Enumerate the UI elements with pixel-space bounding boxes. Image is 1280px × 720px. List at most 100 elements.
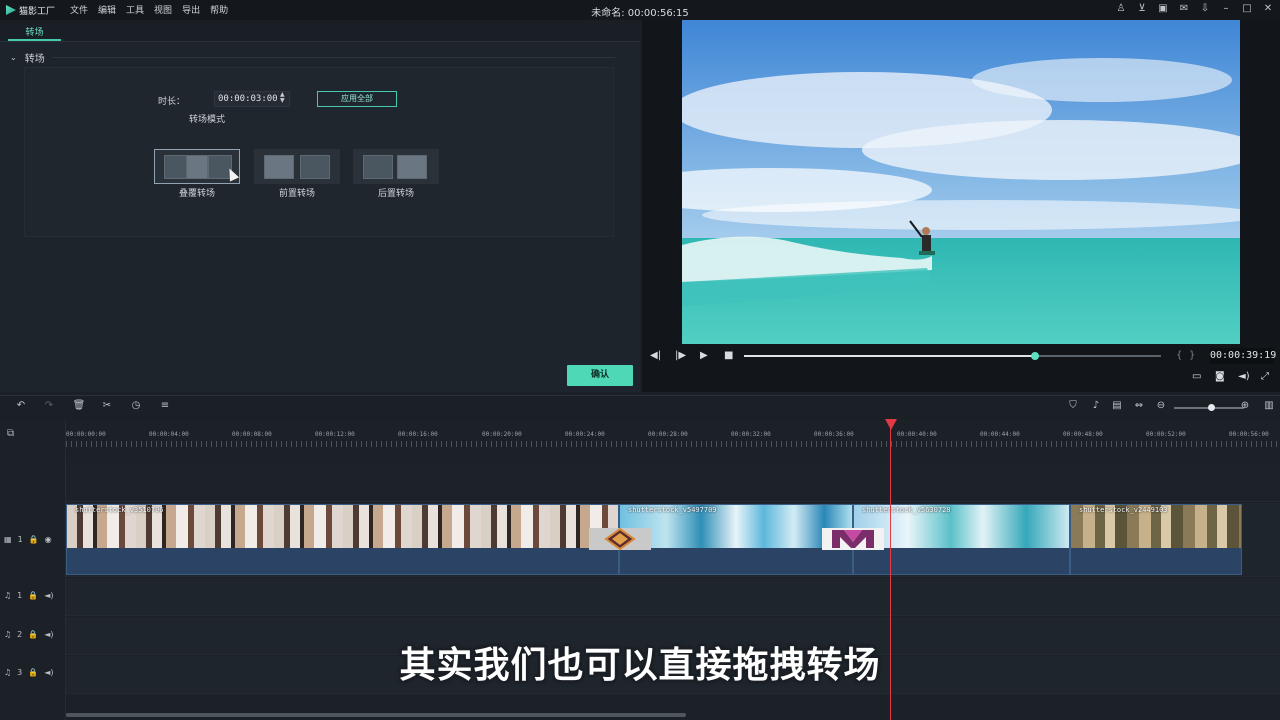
mode-prefix-card[interactable] xyxy=(254,149,340,184)
marker-icon[interactable]: ⛉ xyxy=(1066,400,1080,411)
duration-spinner-icon[interactable]: ▲ ▼ xyxy=(280,92,285,104)
app-logo: 猫影工厂 xyxy=(6,3,55,17)
close-icon[interactable]: ✕ xyxy=(1262,3,1274,14)
app-name: 猫影工厂 xyxy=(19,6,56,17)
video-clip[interactable]: shutterstock_v2449103 xyxy=(1070,504,1242,575)
prefix-mode-icon xyxy=(264,155,294,179)
video-track-icon: ▦ xyxy=(4,535,12,544)
ruler-label: 00:00:52:00 xyxy=(1146,431,1186,438)
download-icon[interactable]: ⇩ xyxy=(1199,3,1211,14)
video-clip[interactable]: shutterstock_v5630728 xyxy=(853,504,1070,575)
speed-icon[interactable]: ◷ xyxy=(129,400,143,411)
volume-icon[interactable]: ◄) xyxy=(1238,371,1250,382)
delete-icon[interactable]: 🗑 xyxy=(72,400,86,411)
snapshot-icon[interactable]: ◙ xyxy=(1215,371,1225,382)
mark-in-icon[interactable]: { xyxy=(1176,350,1182,361)
user-icon[interactable]: ♙ xyxy=(1115,3,1127,14)
confirm-button[interactable]: 确认 xyxy=(567,365,633,386)
ruler-label: 00:00:08:00 xyxy=(232,431,272,438)
apply-all-button[interactable]: 应用全部 xyxy=(317,91,397,107)
mail-icon[interactable]: ✉ xyxy=(1178,3,1190,14)
tab-transition[interactable]: 转场 xyxy=(8,25,61,41)
ruler-ticks xyxy=(66,441,1280,447)
detach-icon[interactable]: ⇔ xyxy=(1132,400,1146,411)
menu-bar: 文件 编辑 工具 视图 导出 帮助 xyxy=(70,3,228,16)
mode-overlap-label: 叠覆转场 xyxy=(178,189,215,199)
video-preview xyxy=(682,20,1240,344)
duration-input[interactable]: 00:00:03:00 xyxy=(214,91,290,107)
timeline-toolbar xyxy=(0,395,1280,419)
menu-edit[interactable]: 编辑 xyxy=(98,3,116,16)
zoom-in-icon[interactable]: ⊕ xyxy=(1238,400,1252,411)
mic-icon[interactable]: ♪ xyxy=(1089,400,1103,411)
zoom-slider-knob[interactable] xyxy=(1208,404,1215,411)
fullscreen-icon[interactable]: ⤢ xyxy=(1261,371,1269,382)
playhead-handle[interactable] xyxy=(885,419,897,430)
save-icon[interactable]: ▣ xyxy=(1157,3,1169,14)
lock-icon[interactable]: 🔒 xyxy=(29,535,39,544)
adjust-icon[interactable]: ≡ xyxy=(158,400,172,411)
playback-controls xyxy=(642,344,1280,392)
cut-icon[interactable]: ✂ xyxy=(100,400,114,411)
clip-name: shutterstock_v5630728 xyxy=(862,506,951,514)
maximize-icon[interactable]: □ xyxy=(1241,3,1253,14)
section-header[interactable]: ⌄ 转场 xyxy=(10,50,45,65)
video-track-1-header: ▦ 1 🔒 ◉ xyxy=(4,535,52,544)
ruler-label: 00:00:00:00 xyxy=(66,431,106,438)
speaker-icon[interactable]: ◄) xyxy=(44,591,53,600)
mode-postfix-card[interactable] xyxy=(353,149,439,184)
clip-name: shutterstock_v3510706 xyxy=(75,506,164,514)
video-clip[interactable]: shutterstock_v5497709 xyxy=(619,504,853,575)
ruler-label: 00:00:32:00 xyxy=(731,431,771,438)
zoom-out-icon[interactable]: ⊖ xyxy=(1154,400,1168,411)
track-number: 1 xyxy=(17,591,23,600)
timeline-scrollbar[interactable] xyxy=(66,713,686,717)
cart-icon[interactable]: ⊻ xyxy=(1136,3,1148,14)
next-frame-icon[interactable]: |▶ xyxy=(675,350,686,361)
voiceover-icon[interactable]: ▤ xyxy=(1110,400,1124,411)
progress-fill xyxy=(744,355,1035,357)
panel-tab-strip xyxy=(0,20,640,42)
stop-icon[interactable]: ■ xyxy=(724,350,733,361)
transition-block[interactable] xyxy=(822,528,884,550)
eye-icon[interactable]: ◉ xyxy=(45,535,52,544)
video-clip[interactable]: shutterstock_v3510706 xyxy=(66,504,619,575)
prev-frame-icon[interactable]: ◀| xyxy=(650,350,661,361)
columns-icon[interactable]: ▥ xyxy=(1262,400,1276,411)
lock-icon[interactable]: 🔒 xyxy=(28,591,38,600)
chevron-down-icon[interactable]: ⌄ xyxy=(10,53,17,62)
menu-view[interactable]: 视图 xyxy=(154,3,172,16)
clip-name: shutterstock_v5497709 xyxy=(628,506,717,514)
add-track-icon[interactable]: ⧉ xyxy=(7,428,14,439)
ruler-label: 00:00:56:00 xyxy=(1229,431,1269,438)
ruler-label: 00:00:48:00 xyxy=(1063,431,1103,438)
transition-diamond-icon xyxy=(589,527,651,551)
ruler-label: 00:00:24:00 xyxy=(565,431,605,438)
logo-icon xyxy=(6,5,16,15)
minimize-icon[interactable]: – xyxy=(1220,3,1232,14)
preview-timecode: 00:00:39:19 xyxy=(1210,348,1276,364)
menu-file[interactable]: 文件 xyxy=(70,3,88,16)
monitor-icon[interactable]: ▭ xyxy=(1192,371,1201,382)
ruler-label: 00:00:44:00 xyxy=(980,431,1020,438)
redo-icon[interactable]: ↷ xyxy=(42,400,56,411)
menu-help[interactable]: 帮助 xyxy=(210,3,228,16)
mode-overlap-card[interactable] xyxy=(154,149,240,184)
empty-track xyxy=(66,462,1280,502)
clip-name: shutterstock_v2449103 xyxy=(1079,506,1168,514)
transition-wipe-icon xyxy=(822,528,884,550)
progress-knob[interactable] xyxy=(1031,352,1039,360)
menu-tools[interactable]: 工具 xyxy=(126,3,144,16)
play-icon[interactable]: ▶ xyxy=(700,350,708,361)
track-number: 1 xyxy=(17,535,23,544)
ruler-label: 00:00:40:00 xyxy=(897,431,937,438)
menu-export[interactable]: 导出 xyxy=(182,3,200,16)
undo-icon[interactable]: ↶ xyxy=(14,400,28,411)
audio-track-1 xyxy=(66,578,1280,616)
kitesurf-scene-image xyxy=(682,20,1240,344)
divider xyxy=(52,57,615,58)
audio-track-1-header: ♫ 1 🔒 ◄) xyxy=(4,591,54,600)
transition-block[interactable] xyxy=(589,527,651,551)
ruler-label: 00:00:04:00 xyxy=(149,431,189,438)
mark-out-icon[interactable]: } xyxy=(1189,350,1195,361)
